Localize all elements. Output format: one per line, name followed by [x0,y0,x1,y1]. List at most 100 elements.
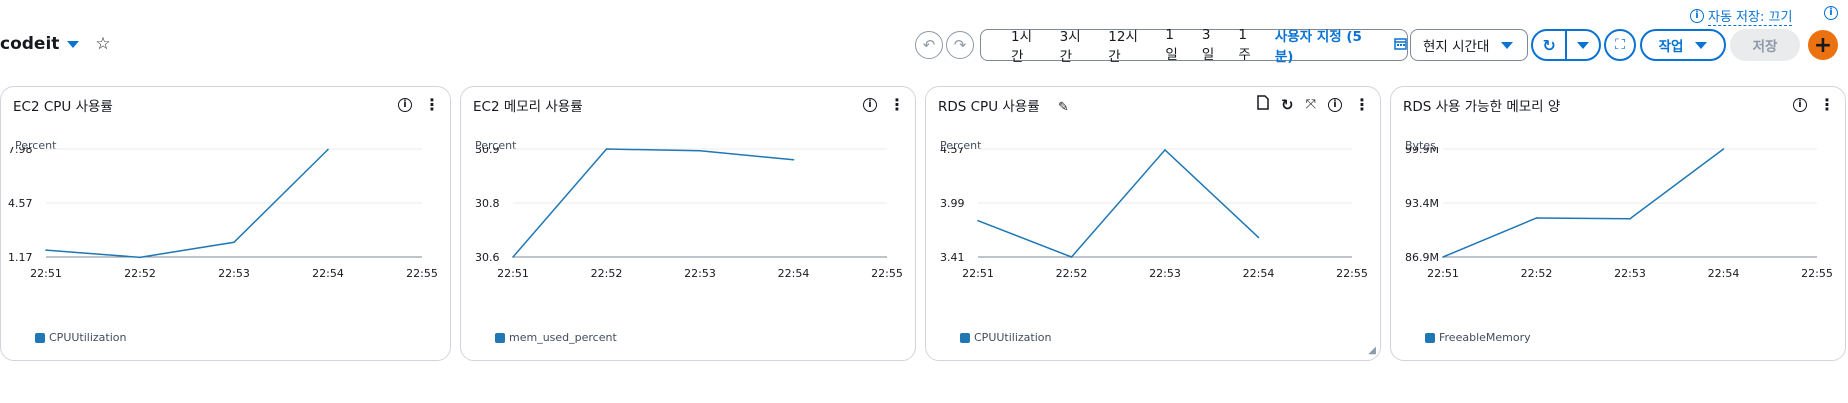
data-point [1070,256,1073,258]
legend-label: CPUUtilization [974,331,1052,344]
x-tick-label: 22:54 [778,267,810,280]
autosave-label[interactable]: 자동 저장: 끄기 [1708,6,1793,26]
data-point [1164,149,1166,151]
widget-ec2-cpu[interactable]: EC2 CPU 사용률 i ⋮ Percent 7.98 4.57 1.17 22:5… [0,86,451,361]
x-tick-label: 22:52 [1056,267,1088,280]
data-point [977,219,979,222]
kebab-icon[interactable]: ⋮ [424,95,440,114]
x-tick-label: 22:51 [497,267,529,280]
undo-button[interactable]: ↶ [915,31,943,59]
line-chart: 7.98 4.57 1.17 22:51 22:52 22:53 22:54 22:55 [8,147,438,280]
dashboard-title-group: codeit ☆ [0,34,111,54]
legend-swatch [1425,332,1435,343]
x-tick-label: 22:52 [124,267,156,280]
data-point [1722,148,1725,150]
redo-button[interactable]: ↷ [946,31,974,59]
line-chart: 4.57 3.99 3.41 22:51 22:52 22:53 22:54 22:55 [940,147,1368,280]
data-point [605,148,608,150]
x-tick-label: 22:52 [591,267,623,280]
x-tick-label: 22:53 [218,267,250,280]
data-point [1535,217,1538,219]
actions-label: 작업 [1658,39,1684,55]
caret-down-icon[interactable] [67,40,80,48]
data-point [512,256,514,258]
y-tick-label: 30.8 [475,197,500,210]
y-tick-label: 86.9M [1405,251,1439,264]
info-icon[interactable]: i [398,97,412,112]
x-tick-label: 22:51 [30,267,62,280]
legend-item[interactable]: FreeableMemory [1425,331,1531,344]
y-tick-label: 4.57 [8,197,33,210]
caret-down-icon [1501,41,1514,49]
x-tick-label: 22:52 [1521,267,1553,280]
y-tick-label: 7.98 [8,147,33,156]
autosave-toggle[interactable]: i 자동 저장: 끄기 [1690,6,1798,26]
info-icon[interactable]: i [1824,6,1838,20]
legend-swatch [35,332,45,343]
widget-title-text: RDS CPU 사용률 [938,99,1040,115]
widget-title: RDS CPU 사용률 ✎ [938,95,1069,115]
time-range-1w[interactable]: 1주 [1238,27,1259,63]
data-point [233,241,235,244]
widget-title: RDS 사용 가능한 메모리 양 [1403,99,1561,115]
actions-button[interactable]: 작업 [1640,29,1726,61]
time-range-12h[interactable]: 12시간 [1108,25,1149,65]
widget-actions: i ⋮ [863,95,905,114]
time-range-custom[interactable]: 사용자 지정 (5분) [1275,25,1378,65]
fullscreen-button[interactable]: ⛶ [1604,29,1636,61]
refresh-interval-dropdown[interactable] [1567,31,1599,59]
kebab-icon[interactable]: ⋮ [1819,95,1835,114]
kebab-icon[interactable]: ⋮ [1354,95,1370,114]
legend-item[interactable]: mem_used_percent [495,331,617,344]
data-point [1629,217,1631,220]
x-tick-label: 22:54 [1708,267,1740,280]
expand-icon[interactable]: ⤧ [1306,97,1316,112]
save-button[interactable]: 저장 [1730,29,1800,61]
x-tick-label: 22:55 [1801,267,1833,280]
timezone-select[interactable]: 현지 시간대 [1410,29,1528,61]
legend-item[interactable]: CPUUtilization [960,331,1051,344]
y-tick-label: 1.17 [8,251,33,264]
refresh-button[interactable]: ↻ [1533,31,1565,59]
legend-swatch [960,332,970,343]
calendar-icon[interactable] [1394,37,1407,54]
refresh-icon: ↻ [1542,35,1556,55]
star-icon[interactable]: ☆ [95,34,110,54]
timezone-label: 현지 시간대 [1423,39,1490,55]
fullscreen-icon: ⛶ [1615,37,1625,53]
caret-down-icon [1576,41,1589,49]
resize-icon[interactable]: ◢ [1368,345,1376,356]
data-point [327,148,329,151]
pencil-icon[interactable]: ✎ [1058,100,1069,115]
kebab-icon[interactable]: ⋮ [889,95,905,114]
dashboard-name: codeit [0,34,60,54]
legend-item[interactable]: CPUUtilization [35,331,126,344]
y-tick-label: 3.41 [940,251,965,264]
time-range-3d[interactable]: 3일 [1202,27,1223,63]
redo-icon: ↷ [953,36,967,54]
add-widget-button[interactable]: + [1808,30,1838,60]
info-icon[interactable]: i [1793,97,1807,112]
x-tick-label: 22:54 [1243,267,1275,280]
time-range-1d[interactable]: 1일 [1165,27,1186,63]
widget-title: EC2 메모리 사용률 [473,99,583,115]
time-range-1h[interactable]: 1시간 [1011,25,1044,65]
y-tick-label: 3.99 [940,197,965,210]
plus-icon: + [1813,32,1833,58]
widget-rds-cpu[interactable]: RDS CPU 사용률 ✎ ↻ ⤧ i ⋮ Percent 4.57 3.99 3.… [925,86,1381,361]
data-point [699,150,701,152]
file-icon[interactable] [1257,95,1269,114]
x-tick-label: 22:53 [1149,267,1181,280]
data-point [1442,256,1444,258]
x-tick-label: 22:54 [312,267,344,280]
info-icon[interactable]: i [1328,97,1342,112]
caret-down-icon [1695,41,1708,49]
widget-rds-freeable-memory[interactable]: RDS 사용 가능한 메모리 양 i ⋮ Bytes 99.9M 93.4M 86.… [1390,86,1846,361]
x-tick-label: 22:51 [1427,267,1459,280]
info-icon[interactable]: i [863,97,877,112]
data-point [45,249,47,251]
widget-ec2-memory[interactable]: EC2 메모리 사용률 i ⋮ Percent 30.9 30.8 30.6 22:5… [460,86,916,361]
time-range-3h[interactable]: 3시간 [1060,25,1093,65]
refresh-icon[interactable]: ↻ [1281,96,1294,114]
y-tick-label: 99.9M [1405,147,1439,156]
